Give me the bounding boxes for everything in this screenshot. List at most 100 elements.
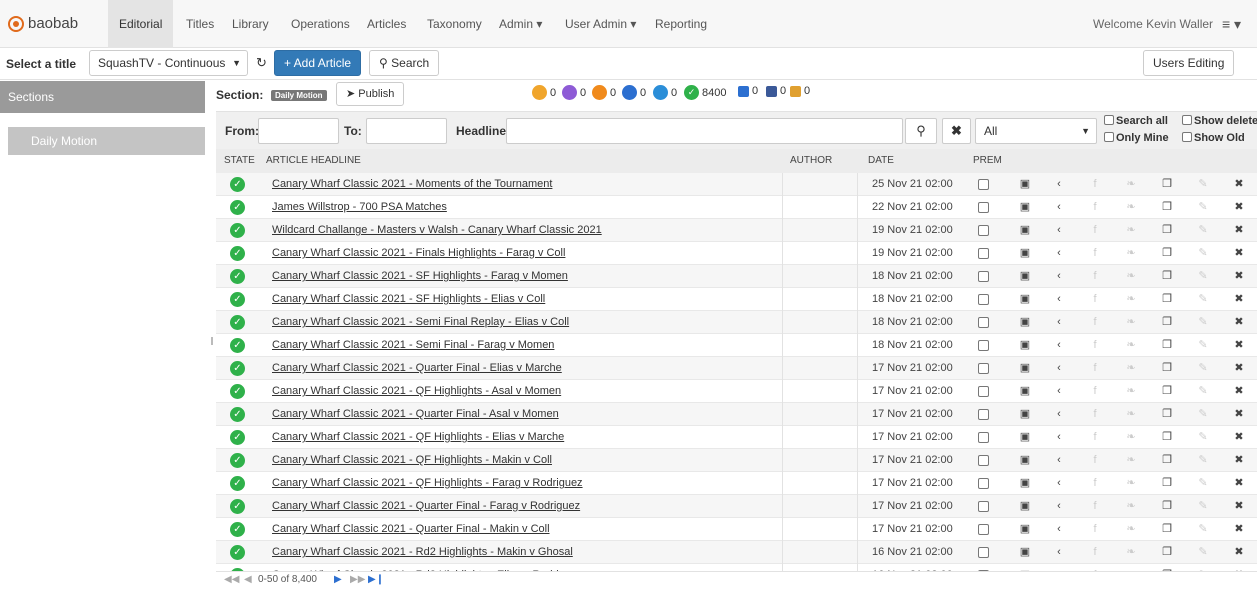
users-editing-button[interactable]: Users Editing [1143,50,1235,76]
counter-pending[interactable]: 0 [532,85,556,100]
facebook-icon[interactable]: f [1088,357,1102,380]
article-headline-link[interactable]: Canary Wharf Classic 2021 - Moments of t… [272,173,552,196]
delete-icon[interactable]: ✖ [1232,219,1246,242]
facebook-icon[interactable]: f [1088,426,1102,449]
copy-icon[interactable]: ❐ [1160,173,1174,196]
publish-button[interactable]: ➤ Publish [336,82,405,106]
twitter-icon[interactable]: ❧ [1124,495,1138,518]
article-headline-link[interactable]: Canary Wharf Classic 2021 - Quarter Fina… [272,403,559,426]
to-date-input[interactable] [366,118,447,144]
twitter-icon[interactable]: ❧ [1124,380,1138,403]
preview-icon[interactable]: ▣ [1018,196,1032,219]
edit-icon[interactable]: ✎ [1196,196,1210,219]
copy-icon[interactable]: ❐ [1160,564,1174,571]
article-headline-link[interactable]: Canary Wharf Classic 2021 - QF Highlight… [272,449,552,472]
delete-icon[interactable]: ✖ [1232,288,1246,311]
counter-published[interactable]: ✓ 8400 [684,85,726,100]
counter-review[interactable]: 0 [562,85,586,100]
nav-admin-dropdown[interactable]: Admin ▾ [488,0,553,48]
delete-icon[interactable]: ✖ [1232,265,1246,288]
premium-checkbox[interactable] [978,202,989,213]
last-page-icon[interactable]: ▶❙ [368,574,384,585]
share-icon[interactable]: ‹ [1052,541,1066,564]
premium-checkbox[interactable] [978,524,989,535]
facebook-icon[interactable]: f [1088,495,1102,518]
facebook-icon[interactable]: f [1088,288,1102,311]
preview-icon[interactable]: ▣ [1018,518,1032,541]
table-row[interactable]: ✓ Canary Wharf Classic 2021 - Quarter Fin… [216,403,1257,426]
share-icon[interactable]: ‹ [1052,196,1066,219]
copy-icon[interactable]: ❐ [1160,380,1174,403]
counter-draft[interactable]: 0 [592,85,616,100]
premium-checkbox[interactable] [978,409,989,420]
copy-icon[interactable]: ❐ [1160,288,1174,311]
search-button[interactable]: ⚲ Search [369,50,440,76]
delete-icon[interactable]: ✖ [1232,196,1246,219]
share-icon[interactable]: ‹ [1052,564,1066,571]
premium-checkbox[interactable] [978,179,989,190]
col-article-headline[interactable]: ARTICLE HEADLINE [266,149,361,173]
table-row[interactable]: ✓ Canary Wharf Classic 2021 - Quarter Fin… [216,495,1257,518]
counter-facebook[interactable]: 0 [766,85,786,97]
copy-icon[interactable]: ❐ [1160,541,1174,564]
table-row[interactable]: ✓ Canary Wharf Classic 2021 - SF Highligh… [216,265,1257,288]
twitter-icon[interactable]: ❧ [1124,173,1138,196]
clear-filter-icon[interactable]: ✖ [942,118,971,144]
edit-icon[interactable]: ✎ [1196,495,1210,518]
copy-icon[interactable]: ❐ [1160,265,1174,288]
article-headline-link[interactable]: Canary Wharf Classic 2021 - QF Highlight… [272,380,561,403]
article-headline-link[interactable]: Canary Wharf Classic 2021 - Finals Highl… [272,242,565,265]
twitter-icon[interactable]: ❧ [1124,472,1138,495]
only-mine-checkbox[interactable]: Only Mine [1104,132,1169,144]
article-headline-link[interactable]: Canary Wharf Classic 2021 - QF Highlight… [272,426,564,449]
copy-icon[interactable]: ❐ [1160,495,1174,518]
delete-icon[interactable]: ✖ [1232,173,1246,196]
title-select[interactable]: SquashTV - Continuous ▼ [89,50,248,76]
nav-editorial[interactable]: Editorial [108,0,174,48]
edit-icon[interactable]: ✎ [1196,288,1210,311]
share-icon[interactable]: ‹ [1052,334,1066,357]
delete-icon[interactable]: ✖ [1232,380,1246,403]
article-headline-link[interactable]: Canary Wharf Classic 2021 - Rd2 Highligh… [272,541,573,564]
delete-icon[interactable]: ✖ [1232,472,1246,495]
facebook-icon[interactable]: f [1088,403,1102,426]
premium-checkbox[interactable] [978,432,989,443]
twitter-icon[interactable]: ❧ [1124,541,1138,564]
col-author[interactable]: AUTHOR [790,149,832,173]
show-deleted-checkbox[interactable]: Show deleted [1182,115,1257,127]
share-icon[interactable]: ‹ [1052,311,1066,334]
table-row[interactable]: ✓ Canary Wharf Classic 2021 - QF Highligh… [216,449,1257,472]
headline-search-input[interactable] [506,118,903,144]
preview-icon[interactable]: ▣ [1018,311,1032,334]
copy-icon[interactable]: ❐ [1160,449,1174,472]
premium-checkbox[interactable] [978,317,989,328]
delete-icon[interactable]: ✖ [1232,311,1246,334]
twitter-icon[interactable]: ❧ [1124,311,1138,334]
search-all-checkbox[interactable]: Search all [1104,115,1168,127]
delete-icon[interactable]: ✖ [1232,495,1246,518]
preview-icon[interactable]: ▣ [1018,564,1032,571]
twitter-icon[interactable]: ❧ [1124,265,1138,288]
article-headline-link[interactable]: Canary Wharf Classic 2021 - Quarter Fina… [272,495,580,518]
table-row[interactable]: ✓ Canary Wharf Classic 2021 - QF Highligh… [216,380,1257,403]
facebook-icon[interactable]: f [1088,564,1102,571]
edit-icon[interactable]: ✎ [1196,426,1210,449]
copy-icon[interactable]: ❐ [1160,426,1174,449]
sidebar-item-daily-motion[interactable]: Daily Motion [8,127,205,155]
twitter-icon[interactable]: ❧ [1124,334,1138,357]
nav-reporting[interactable]: Reporting [644,0,718,48]
share-icon[interactable]: ‹ [1052,403,1066,426]
preview-icon[interactable]: ▣ [1018,403,1032,426]
preview-icon[interactable]: ▣ [1018,449,1032,472]
share-icon[interactable]: ‹ [1052,495,1066,518]
premium-checkbox[interactable] [978,478,989,489]
prev-page-icon[interactable]: ◀ [244,574,252,585]
edit-icon[interactable]: ✎ [1196,173,1210,196]
preview-icon[interactable]: ▣ [1018,242,1032,265]
premium-checkbox[interactable] [978,455,989,466]
preview-icon[interactable]: ▣ [1018,173,1032,196]
counter-scheduled[interactable]: 0 [622,85,646,100]
facebook-icon[interactable]: f [1088,196,1102,219]
table-row[interactable]: ✓ Canary Wharf Classic 2021 - Moments of … [216,173,1257,196]
brand-logo[interactable]: baobab [8,15,78,32]
